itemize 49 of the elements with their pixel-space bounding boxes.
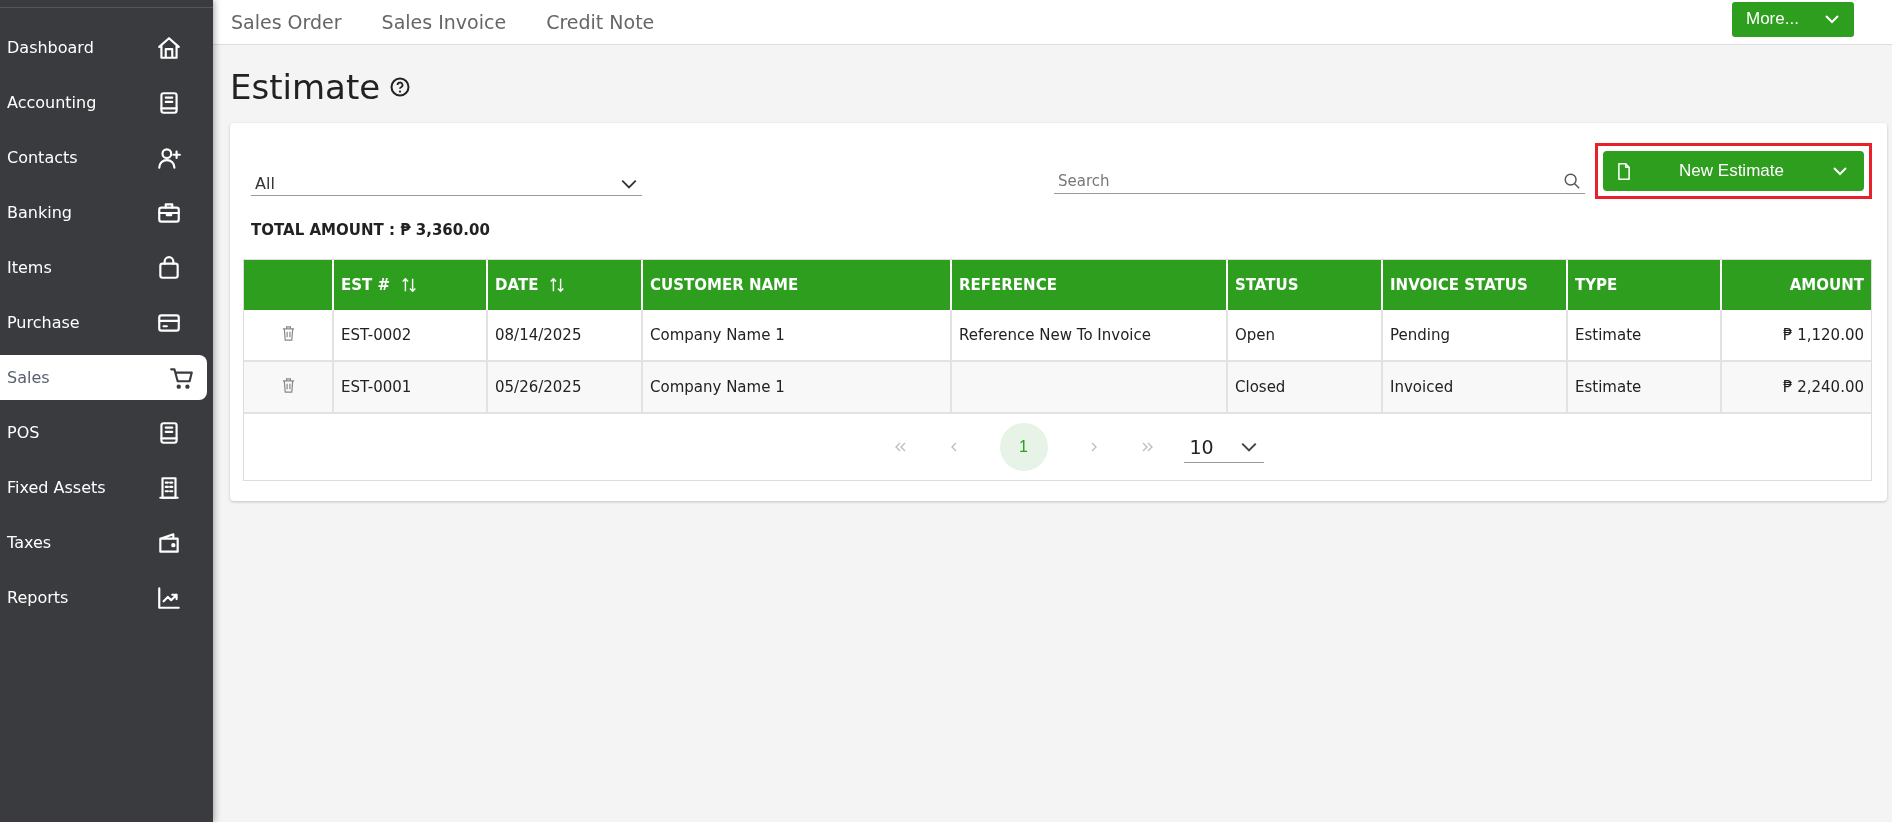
sidebar-item[interactable]: Sales [0, 355, 207, 400]
sidebar-item[interactable]: Dashboard [0, 25, 204, 70]
house-icon [156, 34, 182, 61]
chart-icon [156, 584, 182, 611]
trash-icon[interactable] [280, 376, 296, 394]
table-cell: Company Name 1 [650, 326, 785, 344]
table-cell: EST-0001 [341, 378, 412, 396]
table-cell: Company Name 1 [650, 378, 785, 396]
page-title: Estimate [230, 67, 381, 107]
table-cell: Estimate [1575, 378, 1642, 396]
table-cell: Closed [1235, 378, 1286, 396]
table-cell: EST-0002 [341, 326, 412, 344]
table-cell: Open [1235, 326, 1276, 344]
table-cell: ₱ 2,240.00 [1782, 378, 1864, 396]
shopping-bag-icon [156, 254, 182, 281]
table-cell: Invoiced [1390, 378, 1454, 396]
sidebar-item[interactable]: Contacts [0, 135, 204, 180]
table-cell: Estimate [1575, 326, 1642, 344]
search-icon [1563, 171, 1581, 190]
table-cell: Reference New To Invoice [959, 326, 1151, 344]
total-amount: TOTAL AMOUNT : ₱ 3,360.00 [250, 220, 491, 241]
top-nav-link[interactable]: Credit Note [546, 11, 655, 33]
table-cell: Pending [1390, 326, 1450, 344]
sidebar-item[interactable]: Taxes [0, 520, 204, 565]
top-nav-link[interactable]: Sales Order [231, 11, 342, 33]
top-nav-link[interactable]: Sales Invoice [381, 11, 507, 33]
sidebar-item[interactable]: Accounting [0, 80, 204, 125]
column-header: REFERENCE [959, 276, 1057, 294]
table-cell: ₱ 1,120.00 [1782, 326, 1864, 344]
building-icon [156, 474, 182, 501]
sidebar-item[interactable]: POS [0, 410, 204, 455]
page-size-dropdown[interactable]: 10 [1183, 431, 1264, 463]
sidebar-item[interactable]: Reports [0, 575, 204, 620]
column-header: AMOUNT [1789, 276, 1864, 294]
column-header: CUSTOMER NAME [650, 276, 799, 294]
column-header: STATUS [1235, 276, 1299, 294]
filter-dropdown[interactable]: All [251, 166, 642, 196]
column-header: TYPE [1575, 276, 1618, 294]
sidebar-item[interactable]: Items [0, 245, 204, 290]
table-cell: 05/26/2025 [495, 378, 582, 396]
table-cell: 08/14/2025 [495, 326, 582, 344]
sidebar-item[interactable]: Fixed Assets [0, 465, 204, 510]
search-field[interactable]: Search [1056, 170, 1563, 191]
column-header: INVOICE STATUS [1390, 276, 1528, 294]
sidebar-item[interactable]: Purchase [0, 300, 204, 345]
sidebar-item[interactable]: Banking [0, 190, 204, 235]
trash-icon[interactable] [280, 324, 296, 342]
help-icon[interactable] [390, 77, 411, 97]
document-icon [1617, 162, 1631, 180]
